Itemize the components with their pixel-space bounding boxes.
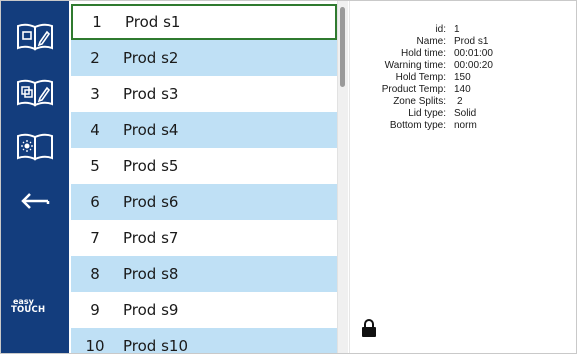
easytouch-logo: easy TOUCH xyxy=(11,297,61,315)
product-list: 1 Prod s1 2 Prod s2 3 Prod s3 4 Prod s4 5 Prod s5… xyxy=(71,1,337,353)
product-name: Prod s1 xyxy=(125,13,181,31)
detail-label: id: xyxy=(435,24,446,35)
detail-row: Zone Splits: 2 xyxy=(350,96,576,108)
product-row[interactable]: 3 Prod s3 xyxy=(71,76,337,112)
product-row[interactable]: 1 Prod s1 xyxy=(71,4,337,40)
product-number: 3 xyxy=(90,85,100,103)
detail-row: Lid type: Solid xyxy=(350,108,576,120)
book-copy-icon xyxy=(17,79,53,107)
product-row[interactable]: 10 Prod s10 xyxy=(71,328,337,353)
product-number: 7 xyxy=(90,229,100,247)
detail-value: 140 xyxy=(454,84,471,95)
product-row[interactable]: 7 Prod s7 xyxy=(71,220,337,256)
detail-row: Product Temp: 140 xyxy=(350,84,576,96)
product-name: Prod s9 xyxy=(123,301,179,319)
product-number: 1 xyxy=(92,13,102,31)
detail-row: Hold Temp: 150 xyxy=(350,72,576,84)
detail-row: Warning time: 00:00:20 xyxy=(350,60,576,72)
detail-value: 00:00:20 xyxy=(454,60,493,71)
product-row[interactable]: 8 Prod s8 xyxy=(71,256,337,292)
detail-value: Prod s1 xyxy=(454,36,489,47)
product-name: Prod s2 xyxy=(123,49,179,67)
product-row[interactable]: 2 Prod s2 xyxy=(71,40,337,76)
product-number: 5 xyxy=(90,157,100,175)
scrollbar-thumb[interactable] xyxy=(340,7,345,87)
product-row[interactable]: 4 Prod s4 xyxy=(71,112,337,148)
detail-label: Name: xyxy=(416,36,446,47)
product-number: 10 xyxy=(85,337,105,353)
detail-label: Product Temp: xyxy=(381,84,446,95)
detail-row: Bottom type: norm xyxy=(350,120,576,132)
detail-row: Hold time: 00:01:00 xyxy=(350,48,576,60)
detail-value: 00:01:00 xyxy=(454,48,493,59)
detail-row: id: 1 xyxy=(350,24,576,36)
copy-button[interactable] xyxy=(13,75,57,111)
back-arrow-icon xyxy=(21,193,50,209)
product-row[interactable]: 9 Prod s9 xyxy=(71,292,337,328)
product-name: Prod s7 xyxy=(123,229,179,247)
product-number: 8 xyxy=(90,265,100,283)
product-name: Prod s4 xyxy=(123,121,179,139)
product-details-panel: id: 1 Name: Prod s1 Hold time: 00:01:00 Warnin… xyxy=(349,1,576,353)
detail-value: 2 xyxy=(457,96,463,107)
product-name: Prod s6 xyxy=(123,193,179,211)
product-row[interactable]: 6 Prod s6 xyxy=(71,184,337,220)
detail-label: Hold time: xyxy=(400,48,446,59)
product-name: Prod s3 xyxy=(123,85,179,103)
product-name: Prod s5 xyxy=(123,157,179,175)
day-night-button[interactable] xyxy=(13,129,57,165)
product-row[interactable]: 5 Prod s5 xyxy=(71,148,337,184)
detail-row: Name: Prod s1 xyxy=(350,36,576,48)
detail-label: Bottom type: xyxy=(389,120,446,131)
app-window: easy TOUCH 1 Prod s1 2 Prod s2 3 Prod s3 4 Prod… xyxy=(0,0,577,354)
edit-button[interactable] xyxy=(13,19,57,55)
sidebar: easy TOUCH xyxy=(1,1,69,353)
product-number: 6 xyxy=(90,193,100,211)
detail-label: Warning time: xyxy=(384,60,446,71)
brand-line2: TOUCH xyxy=(11,305,46,315)
back-button[interactable] xyxy=(13,183,57,219)
product-number: 9 xyxy=(90,301,100,319)
detail-label: Zone Splits: xyxy=(393,96,446,107)
product-number: 4 xyxy=(90,121,100,139)
detail-value: Solid xyxy=(454,108,477,119)
product-name: Prod s10 xyxy=(123,337,188,353)
lock-icon xyxy=(362,319,376,337)
product-number: 2 xyxy=(90,49,100,67)
detail-label: Lid type: xyxy=(408,108,446,119)
detail-value: 150 xyxy=(454,72,471,83)
book-edit-icon xyxy=(17,23,53,51)
detail-label: Hold Temp: xyxy=(395,72,446,83)
detail-value: 1 xyxy=(454,24,460,35)
list-scrollbar[interactable] xyxy=(337,1,348,353)
detail-value: norm xyxy=(454,120,477,131)
book-day-night-icon xyxy=(17,133,53,161)
product-name: Prod s8 xyxy=(123,265,179,283)
